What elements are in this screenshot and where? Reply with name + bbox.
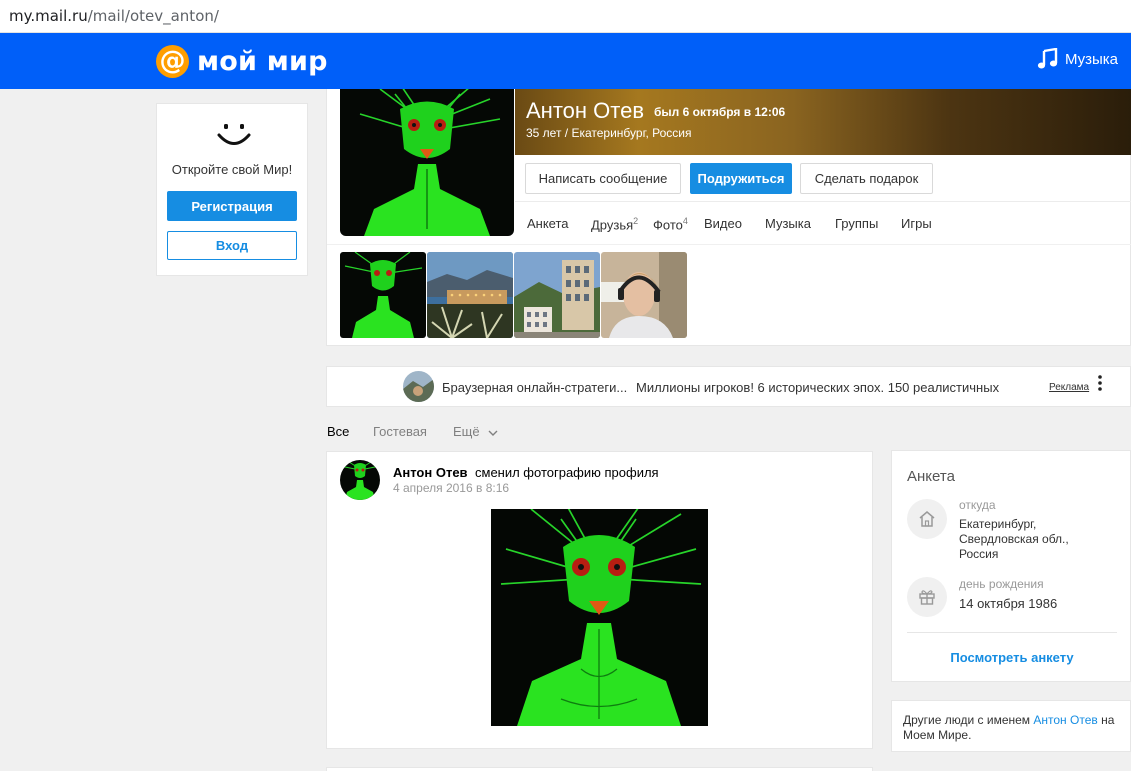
befriend-button[interactable]: Подружиться [690,163,792,194]
site-header: @ мой мир Музыка [0,33,1131,89]
profile-avatar[interactable] [340,89,514,236]
site-logo[interactable]: @ мой мир [156,43,328,79]
profile-meta: 35 лет / Екатеринбург, Россия [526,126,692,140]
more-vertical-icon[interactable] [1096,374,1104,394]
photo-thumb[interactable] [514,252,600,338]
from-label: откуда [959,498,996,512]
post-date[interactable]: 4 апреля 2016 в 8:16 [393,481,509,495]
profile-name: Антон Отев [526,98,645,123]
photo-thumb[interactable] [601,252,687,338]
post-author-avatar[interactable] [340,460,380,500]
photo-thumb[interactable] [340,252,426,338]
profile-info-title: Анкета [907,468,955,485]
divider [907,632,1117,633]
same-name-people-card: Другие люди с именем Антон Отев на Моем … [891,700,1131,752]
chevron-down-icon [488,430,498,436]
music-label: Музыка [1064,50,1118,68]
post-author-name[interactable]: Антон Отев [393,465,468,480]
ad-label-link[interactable]: Реклама [1049,382,1089,393]
tab-games[interactable]: Игры [901,216,932,231]
smiley-icon [217,124,251,145]
filter-guestbook[interactable]: Гостевая [373,424,427,439]
filter-all[interactable]: Все [327,424,349,439]
ad-avatar [403,371,434,402]
same-name-text: Другие люди с именем Антон Отев на Моем … [903,713,1115,742]
signup-tagline: Откройте свой Мир! [171,162,293,177]
browser-address-bar[interactable]: my.mail.ru/mail/otev_anton/ [0,0,1131,33]
ad-text[interactable]: Миллионы игроков! 6 исторических эпох. 1… [636,380,999,395]
write-message-button[interactable]: Написать сообщение [525,163,681,194]
from-value-line1: Екатеринбург, [959,517,1037,531]
tab-groups[interactable]: Группы [835,216,878,231]
from-value-line2: Свердловская обл., [959,532,1069,546]
view-profile-link[interactable]: Посмотреть анкету [892,650,1131,665]
profile-cover: Антон Отев был 6 октября в 12:06 35 лет … [515,89,1131,155]
tab-photos[interactable]: Фото4 [653,216,688,232]
post-image[interactable] [491,509,708,726]
url-text[interactable]: my.mail.ru/mail/otev_anton/ [9,7,219,25]
profile-card: Антон Отев был 6 октября в 12:06 35 лет … [326,89,1131,346]
tab-anketa[interactable]: Анкета [527,216,569,231]
logo-text: мой мир [197,45,328,77]
ad-title[interactable]: Браузерная онлайн-стратеги... [442,380,627,395]
photos-count: 4 [682,216,688,226]
next-post-edge [326,767,873,771]
friends-count: 2 [633,216,639,226]
tab-video[interactable]: Видео [704,216,742,231]
home-icon [907,499,947,539]
same-name-link[interactable]: Антон Отев [1033,713,1097,727]
login-button[interactable]: Вход [167,231,297,260]
divider [515,201,1131,202]
register-button[interactable]: Регистрация [167,191,297,221]
music-link[interactable]: Музыка [1037,48,1118,70]
photo-thumb[interactable] [427,252,513,338]
music-note-icon [1037,48,1058,69]
from-value-line3: Россия [959,547,999,561]
send-gift-button[interactable]: Сделать подарок [800,163,933,194]
profile-info-card: Анкета откуда Екатеринбург, Свердловская… [891,450,1131,682]
tab-music[interactable]: Музыка [765,216,811,231]
gift-icon [907,577,947,617]
mail-at-logo-icon: @ [156,44,189,78]
tab-friends[interactable]: Друзья2 [591,216,638,232]
birthday-value: 14 октября 1986 [959,596,1058,611]
divider [327,244,1131,245]
last-seen: был 6 октября в 12:06 [654,105,786,119]
post-action-text: сменил фотографию профиля [475,465,659,480]
signup-card: Откройте свой Мир! Регистрация Вход [156,103,308,276]
ad-banner[interactable]: Браузерная онлайн-стратеги... Миллионы и… [326,366,1131,407]
filter-more[interactable]: Ещё [453,424,498,439]
birthday-label: день рождения [959,577,1044,591]
feed-post: Антон Отев сменил фотографию профиля 4 а… [326,451,873,749]
